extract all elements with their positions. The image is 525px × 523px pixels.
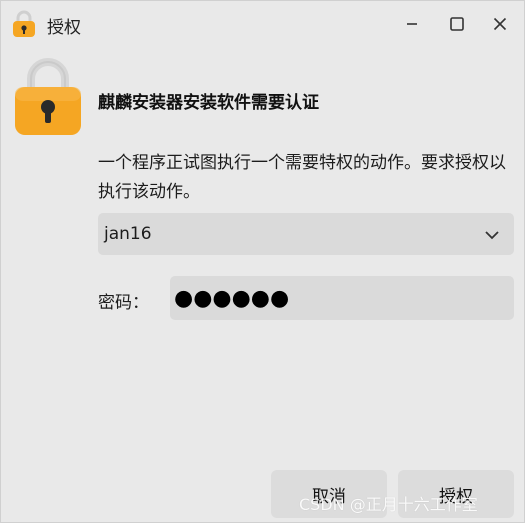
watermark-text: CSDN @正月十六工作室 — [299, 495, 478, 514]
password-value: ●●●●●● — [174, 285, 290, 311]
password-field[interactable]: ●●●●●● — [170, 276, 514, 320]
password-label: 密码： — [98, 293, 149, 313]
user-select-value: jan16 — [104, 224, 152, 244]
auth-dialog-window: 授权 麒麟安装器安装软件需要认证 一个程序正试图执行一个需要特权的动作。要求授权… — [0, 0, 525, 523]
close-icon[interactable] — [487, 11, 513, 37]
dialog-message: 一个程序正试图执行一个需要特权的动作。要求授权以执行该动作。 — [98, 153, 506, 202]
user-select[interactable]: jan16 — [98, 213, 514, 255]
chevron-down-icon — [484, 227, 500, 241]
lock-icon — [12, 57, 84, 137]
maximize-icon[interactable] — [444, 11, 470, 37]
lock-icon — [11, 10, 37, 38]
title-bar: 授权 — [1, 1, 524, 47]
dialog-heading: 麒麟安装器安装软件需要认证 — [98, 93, 319, 113]
minimize-icon[interactable] — [399, 11, 425, 37]
window-title: 授权 — [47, 18, 81, 38]
